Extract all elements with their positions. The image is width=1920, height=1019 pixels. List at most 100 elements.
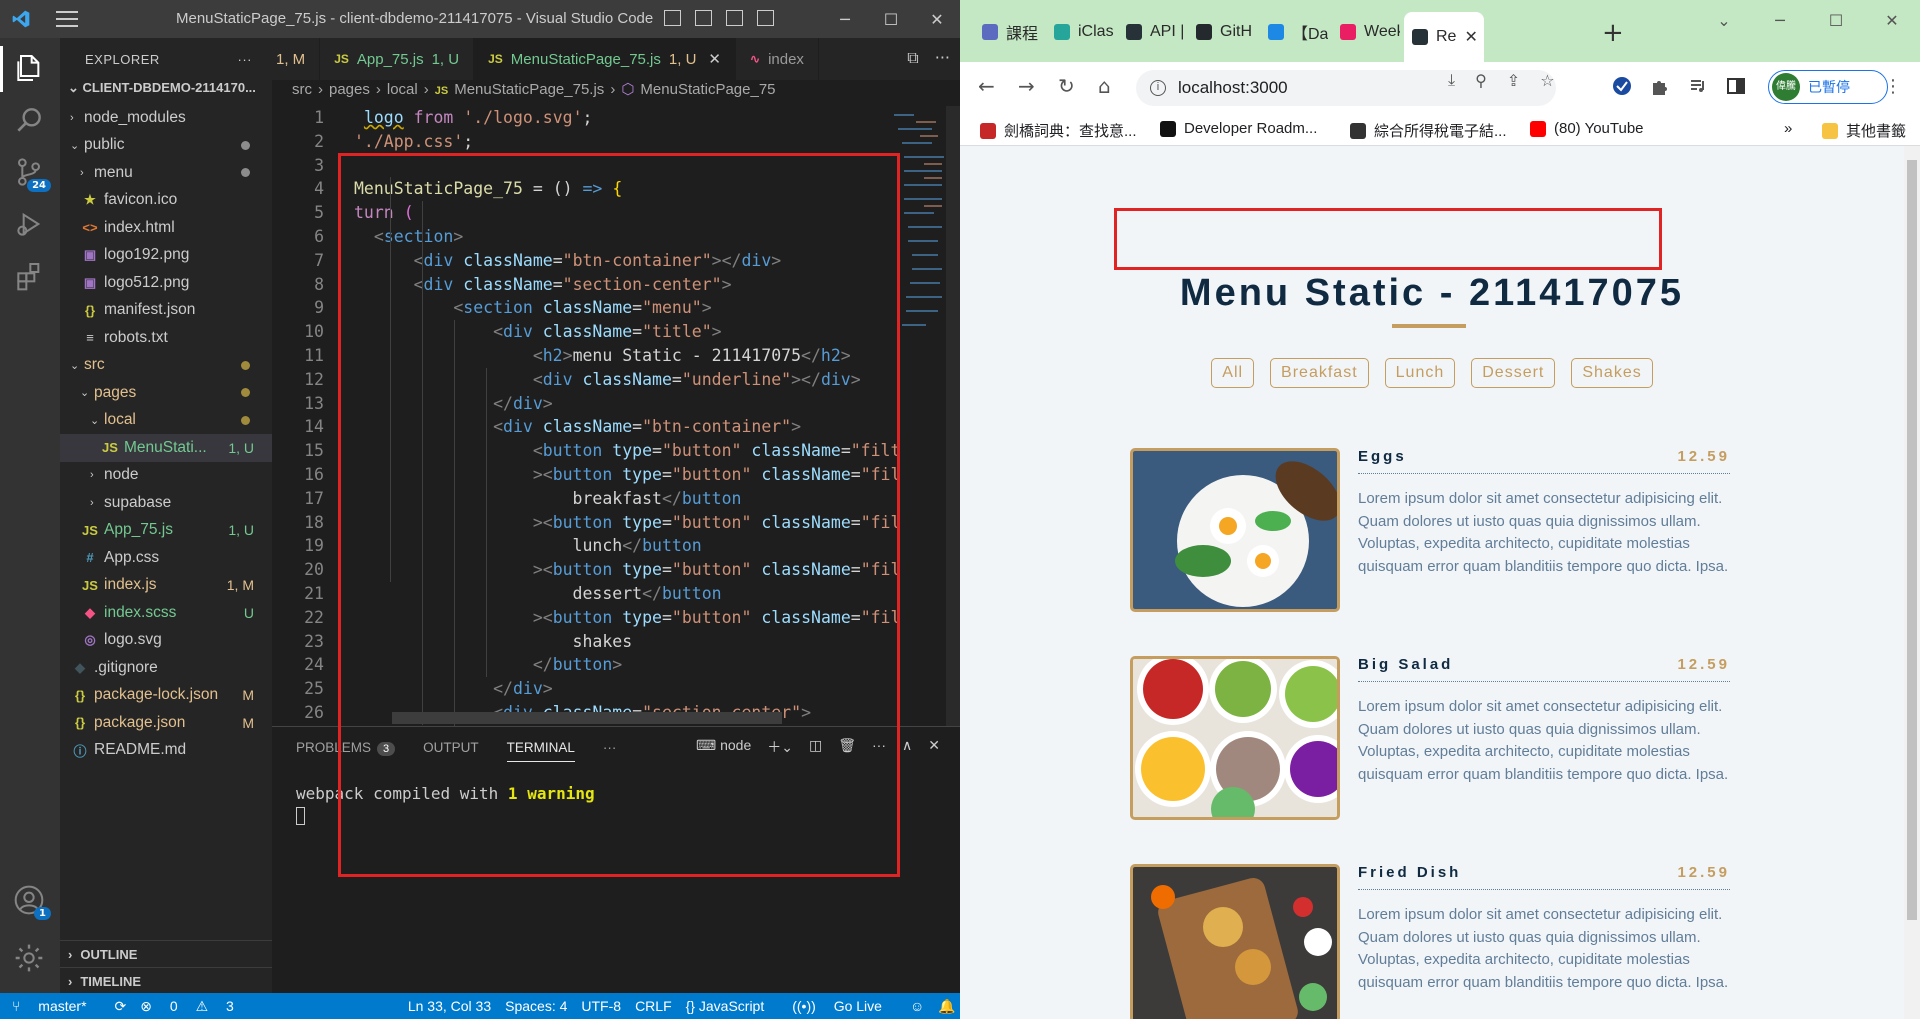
chrome-menu-icon[interactable]: ⋮ — [1884, 76, 1902, 97]
bookmark-item[interactable]: 綜合所得稅電子結... — [1350, 120, 1507, 141]
outline-section[interactable]: › OUTLINE — [60, 940, 272, 967]
source-control-icon[interactable]: 24 — [13, 156, 51, 192]
close-panel-icon[interactable]: ✕ — [928, 737, 940, 757]
extensions-icon[interactable] — [13, 260, 47, 294]
tree-item[interactable]: ≡ robots.txt — [60, 324, 272, 352]
editor-tab[interactable]: ∿ index — [736, 38, 819, 80]
page-scrollbar[interactable] — [1904, 146, 1920, 1019]
reload-icon[interactable]: ↻ — [1058, 74, 1075, 98]
browser-tab[interactable]: Re ✕ — [1404, 12, 1484, 62]
run-debug-icon[interactable] — [13, 208, 47, 242]
media-control-icon[interactable] — [1688, 76, 1708, 96]
tree-item[interactable]: {} package.json M — [60, 709, 272, 737]
maximize-panel-icon[interactable]: ∧ — [902, 737, 912, 757]
hamburger-menu-icon[interactable] — [56, 11, 78, 32]
breadcrumb-item[interactable]: src — [292, 81, 312, 98]
line-ending[interactable]: CRLF — [635, 998, 672, 1014]
browser-tab[interactable]: Week — [1332, 12, 1400, 52]
minimize-button[interactable]: ─ — [1752, 0, 1808, 40]
split-editor-icon[interactable]: ⧉ — [907, 48, 918, 68]
tree-item[interactable]: › supabase — [60, 489, 272, 517]
accounts-icon[interactable]: 1 — [13, 884, 51, 920]
tree-item[interactable]: ▣ logo512.png — [60, 269, 272, 297]
extension-check-icon[interactable] — [1612, 76, 1632, 96]
close-tab-icon[interactable]: ✕ — [708, 50, 721, 68]
side-panel-icon[interactable] — [1726, 76, 1746, 96]
back-icon[interactable]: ← — [978, 74, 995, 98]
maximize-button[interactable]: ☐ — [868, 0, 914, 38]
indentation[interactable]: Spaces: 4 — [505, 998, 567, 1014]
tree-item[interactable]: JS index.js 1, M — [60, 572, 272, 600]
tree-item[interactable]: ◆ index.scss U — [60, 599, 272, 627]
bookmark-item[interactable]: 劍橋詞典：查找意... — [980, 120, 1137, 141]
customize-layout-icon[interactable] — [757, 10, 774, 26]
filter-button-dessert[interactable]: Dessert — [1471, 358, 1556, 388]
editor-tab[interactable]: JS MenuStaticPage_75.js 1, U ✕ — [474, 38, 736, 80]
feedback-icon[interactable]: ☺ — [910, 998, 924, 1014]
tree-item[interactable]: ▣ logo192.png — [60, 242, 272, 270]
bookmark-item[interactable]: Developer Roadm... — [1160, 120, 1317, 137]
close-button[interactable]: ✕ — [1864, 0, 1920, 40]
profile-button[interactable]: 偉騰 已暫停 — [1768, 70, 1888, 104]
notifications-bell-icon[interactable]: 🔔 — [938, 998, 955, 1015]
bookmarks-overflow-icon[interactable]: » — [1784, 120, 1792, 137]
editor-tab[interactable]: 1, M — [272, 38, 321, 80]
settings-gear-icon[interactable] — [13, 942, 47, 976]
toggle-sidebar-icon[interactable] — [664, 10, 681, 26]
share-icon[interactable]: ⇪ — [1507, 71, 1520, 90]
language-mode[interactable]: {} JavaScript — [686, 998, 779, 1014]
explorer-icon[interactable] — [0, 46, 47, 92]
tree-item[interactable]: ◎ logo.svg — [60, 627, 272, 655]
puzzle-extensions-icon[interactable] — [1650, 76, 1670, 96]
close-tab-icon[interactable]: ✕ — [1464, 27, 1477, 47]
filter-button-shakes[interactable]: Shakes — [1571, 358, 1653, 388]
filter-button-breakfast[interactable]: Breakfast — [1270, 358, 1369, 388]
editor-tab[interactable]: JS App_75.js 1, U — [320, 38, 475, 80]
editor-scrollbar[interactable] — [946, 106, 960, 726]
toggle-panel-icon[interactable] — [695, 10, 712, 26]
close-button[interactable]: ✕ — [914, 0, 960, 38]
bookmark-item[interactable]: (80) YouTube — [1530, 120, 1644, 137]
tree-item[interactable]: # App.css — [60, 544, 272, 572]
breadcrumb-item[interactable]: local — [387, 81, 418, 98]
browser-tab[interactable]: GitH — [1188, 12, 1256, 52]
tree-item[interactable]: <> index.html — [60, 214, 272, 242]
forward-icon[interactable]: → — [1018, 74, 1035, 98]
minimize-button[interactable]: ─ — [822, 0, 868, 38]
tree-item[interactable]: {} package-lock.json M — [60, 682, 272, 710]
sync-icon[interactable]: ⟳ — [115, 998, 127, 1015]
problems-status[interactable]: ⊗ 0 ⚠ 3 — [140, 998, 248, 1015]
tree-item[interactable]: {} manifest.json — [60, 297, 272, 325]
tree-item[interactable]: JS App_75.js 1, U — [60, 517, 272, 545]
zoom-icon[interactable]: ⚲ — [1475, 71, 1487, 90]
tree-item[interactable]: JS MenuStati... 1, U — [60, 434, 272, 462]
filter-button-lunch[interactable]: Lunch — [1384, 358, 1456, 388]
git-branch-status[interactable]: ⑂ master* — [12, 998, 101, 1014]
tree-item[interactable]: ⌄ src — [60, 352, 272, 380]
bookmark-star-icon[interactable]: ☆ — [1540, 71, 1554, 90]
scrollbar-thumb[interactable] — [1907, 160, 1917, 920]
install-app-icon[interactable]: ⤓ — [1448, 70, 1455, 90]
browser-tab[interactable]: 課程 — [974, 12, 1042, 52]
cursor-position[interactable]: Ln 33, Col 33 — [408, 998, 491, 1014]
tree-item[interactable]: ★ favicon.ico — [60, 187, 272, 215]
encoding[interactable]: UTF-8 — [581, 998, 621, 1014]
search-icon[interactable] — [13, 104, 47, 138]
home-icon[interactable]: ⌂ — [1098, 74, 1111, 98]
tree-item[interactable]: › menu — [60, 159, 272, 187]
browser-tab[interactable]: iClas — [1046, 12, 1114, 52]
tree-item[interactable]: › node_modules — [60, 104, 272, 132]
filter-button-all[interactable]: All — [1211, 358, 1255, 388]
go-live-button[interactable]: ((•)) Go Live — [792, 998, 896, 1014]
site-info-icon[interactable]: i — [1150, 80, 1166, 96]
workspace-root[interactable]: ⌄ CLIENT-DBDEMO-2114170... — [60, 80, 272, 104]
tree-item[interactable]: ⓘ README.md — [60, 737, 272, 765]
tab-search-icon[interactable]: ⌄ — [1696, 0, 1752, 40]
breadcrumb-item[interactable]: MenuStaticPage_75 — [640, 81, 775, 98]
breadcrumb-item[interactable]: MenuStaticPage_75.js — [454, 81, 604, 98]
toggle-secondary-sidebar-icon[interactable] — [726, 10, 743, 26]
new-tab-button[interactable]: + — [1602, 18, 1624, 48]
more-actions-icon[interactable]: ··· — [238, 52, 253, 67]
tree-item[interactable]: ⌄ local — [60, 407, 272, 435]
maximize-button[interactable]: ☐ — [1808, 0, 1864, 40]
